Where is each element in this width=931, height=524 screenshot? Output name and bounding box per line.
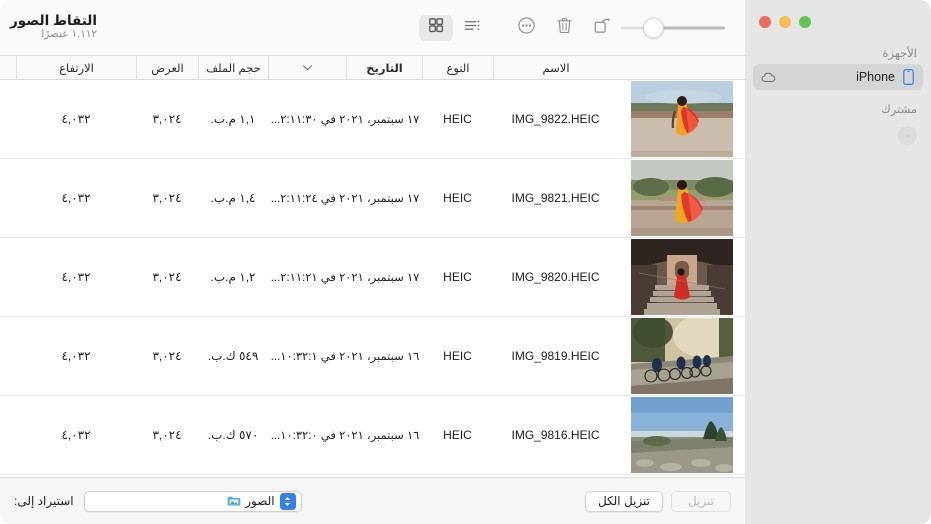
thumbnail-image: [630, 397, 733, 473]
column-header-height[interactable]: الارتفاع: [16, 55, 136, 80]
ellipsis-circle-icon: [517, 16, 536, 40]
row-height: ٤,٠٣٢: [61, 270, 91, 284]
sidebar-item-iphone-label: iPhone: [856, 70, 895, 84]
iphone-icon: [902, 69, 915, 85]
row-thumbnail-cell: [618, 396, 745, 475]
sidebar-shared-placeholder: [898, 126, 917, 145]
thumbnail-image: [630, 318, 733, 394]
sidebar-item-iphone[interactable]: iPhone: [753, 64, 923, 90]
table-row[interactable]: IMG_9816.HEIC HEIC ١٦ سبتمبر، ٢٠٢١ في ١٠…: [0, 396, 745, 475]
thumbnail-size-slider[interactable]: [621, 17, 725, 39]
row-height: ٤,٠٣٢: [61, 191, 91, 205]
icloud-eject-icon[interactable]: [761, 72, 778, 83]
window-controls: [759, 16, 811, 28]
row-date: ١٦ سبتمبر، ٢٠٢١ في ١٠:٣٢:١...: [270, 351, 420, 363]
minimize-button[interactable]: [779, 16, 791, 28]
list-view-button[interactable]: [455, 15, 489, 41]
download-all-button[interactable]: تنزيل الكل: [584, 490, 663, 512]
row-date: ١٧ سبتمبر، ٢٠٢١ في ٢:١١:٢٤...: [270, 193, 420, 205]
column-header-sort-chevron[interactable]: [268, 55, 346, 80]
row-date: ١٧ سبتمبر، ٢٠٢١ في ٢:١١:٣٠...: [270, 114, 420, 126]
item-count: ١,١١٢ عنصرًا: [41, 27, 97, 40]
row-height: ٤,٠٣٢: [61, 112, 91, 126]
window-title-block: التقاط الصور ١,١١٢ عنصرًا: [10, 13, 97, 43]
row-size: ٥٧٠ ك.ب.: [207, 428, 259, 442]
sidebar-section-shared-header: مشترك: [881, 104, 917, 116]
row-name: IMG_9820.HEIC: [511, 270, 600, 284]
zoom-button[interactable]: [799, 16, 811, 28]
row-type: HEIC: [443, 112, 472, 126]
row-date: ١٦ سبتمبر، ٢٠٢١ في ١٠:٣٢:٠...: [270, 430, 420, 442]
import-destination-value: الصور: [245, 494, 275, 508]
close-button[interactable]: [759, 16, 771, 28]
list-view-icon: [463, 18, 482, 38]
row-date: ١٧ سبتمبر، ٢٠٢١ في ٢:١١:٢١...: [270, 272, 420, 284]
page-title: التقاط الصور: [10, 12, 97, 28]
sidebar: الأجهزة iPhone مشترك: [745, 0, 931, 524]
row-width: ٣,٠٢٤: [152, 191, 182, 205]
row-name: IMG_9819.HEIC: [511, 349, 600, 363]
column-header-date[interactable]: التاريخ: [346, 55, 422, 80]
more-button[interactable]: [507, 13, 545, 43]
row-thumbnail-cell: [618, 317, 745, 396]
row-width: ٣,٠٢٤: [152, 112, 182, 126]
table-row[interactable]: IMG_9819.HEIC HEIC ١٦ سبتمبر، ٢٠٢١ في ١٠…: [0, 317, 745, 396]
row-width: ٣,٠٢٤: [152, 349, 182, 363]
chevron-down-icon: [302, 65, 313, 70]
grid-view-button[interactable]: [419, 14, 453, 41]
import-destination-popup[interactable]: الصور: [83, 490, 302, 512]
trash-icon: [555, 16, 574, 40]
table-row[interactable]: IMG_9822.HEIC HEIC ١٧ سبتمبر، ٢٠٢١ في ٢:…: [0, 80, 745, 159]
row-thumbnail-cell: [618, 80, 745, 159]
row-size: ١,٤ م.ب.: [210, 191, 256, 205]
thumbnail-image: [630, 239, 733, 315]
slider-knob[interactable]: [643, 17, 664, 38]
column-header-file-size[interactable]: حجم الملف: [198, 55, 268, 80]
row-width: ٣,٠٢٤: [152, 428, 182, 442]
image-capture-window: الأجهزة iPhone مشترك التقاط الصور ١,١١٢ …: [0, 0, 931, 524]
rotate-button[interactable]: [583, 13, 621, 43]
file-list[interactable]: IMG_9822.HEIC HEIC ١٧ سبتمبر، ٢٠٢١ في ٢:…: [0, 80, 745, 477]
thumbnail-image: [630, 160, 733, 236]
view-mode-group: [419, 14, 489, 41]
row-type: HEIC: [443, 270, 472, 284]
column-header-thumbnail[interactable]: [618, 55, 745, 80]
row-width: ٣,٠٢٤: [152, 270, 182, 284]
delete-button[interactable]: [545, 13, 583, 43]
popup-stepper-arrows[interactable]: [279, 492, 296, 510]
chevron-up-down-icon: [284, 496, 291, 506]
row-name: IMG_9821.HEIC: [511, 191, 600, 205]
row-name: IMG_9816.HEIC: [511, 428, 600, 442]
toolbar: التقاط الصور ١,١١٢ عنصرًا: [0, 0, 745, 55]
column-header-name[interactable]: الاسم: [493, 55, 618, 80]
bottom-bar: تنزيل تنزيل الكل الصور استيراد إلى:: [0, 477, 745, 524]
table-row[interactable]: IMG_9820.HEIC HEIC ١٧ سبتمبر، ٢٠٢١ في ٢:…: [0, 238, 745, 317]
row-height: ٤,٠٣٢: [61, 349, 91, 363]
row-type: HEIC: [443, 428, 472, 442]
main-content: التقاط الصور ١,١١٢ عنصرًا الاسم النوع ال…: [0, 0, 745, 524]
row-thumbnail-cell: [618, 238, 745, 317]
column-header-type[interactable]: النوع: [422, 55, 493, 80]
rotate-icon: [593, 16, 612, 40]
row-size: ٥٤٩ ك.ب.: [207, 349, 259, 363]
row-thumbnail-cell: [618, 159, 745, 238]
sidebar-section-devices-header: الأجهزة: [882, 48, 917, 60]
grid-view-icon: [427, 16, 445, 39]
row-height: ٤,٠٣٢: [61, 428, 91, 442]
column-headers: الاسم النوع التاريخ حجم الملف العرض الار…: [0, 55, 745, 80]
row-name: IMG_9822.HEIC: [511, 112, 600, 126]
row-size: ١,١ م.ب.: [210, 112, 256, 126]
download-button[interactable]: تنزيل: [671, 490, 731, 512]
row-type: HEIC: [443, 349, 472, 363]
import-to-label: استيراد إلى:: [14, 494, 74, 508]
import-destination-value-wrap: الصور: [87, 494, 275, 508]
thumbnail-image: [630, 81, 733, 157]
photos-folder-icon: [227, 495, 241, 507]
row-size: ١,٢ م.ب.: [210, 270, 256, 284]
column-header-width[interactable]: العرض: [136, 55, 198, 80]
table-row[interactable]: IMG_9821.HEIC HEIC ١٧ سبتمبر، ٢٠٢١ في ٢:…: [0, 159, 745, 238]
row-type: HEIC: [443, 191, 472, 205]
